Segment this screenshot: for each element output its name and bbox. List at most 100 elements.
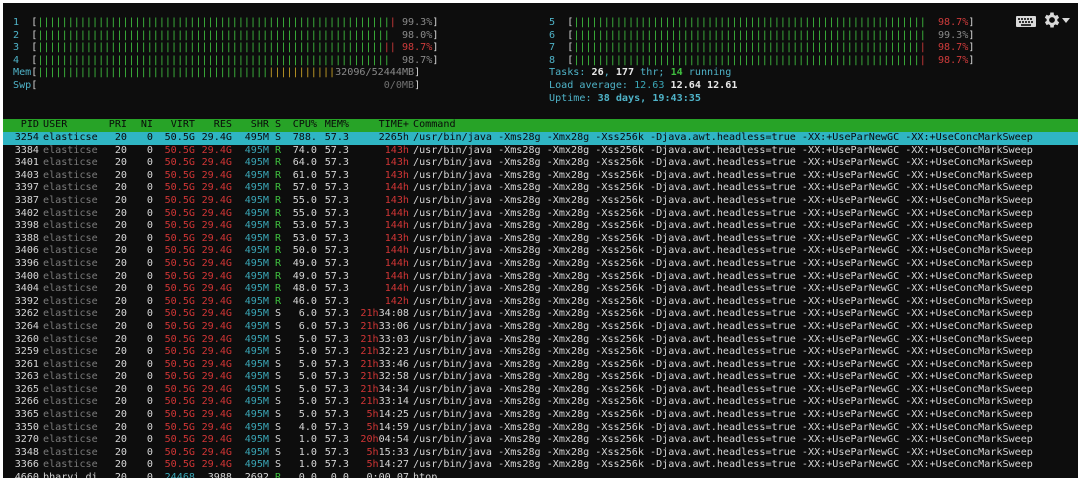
process-command: /usr/bin/java -Xms28g -Xmx28g -Xss256k -… <box>413 396 1033 408</box>
process-row[interactable]: 3403 elasticse 20 0 50.5G 29.4G 495M R 61.0 57.3 1… <box>3 170 1078 183</box>
col-pid[interactable]: PID <box>5 119 39 132</box>
keyboard-icon[interactable] <box>1016 16 1036 27</box>
tasks-count: 26 <box>591 67 604 79</box>
cpu-meter: 4 [|||||||||||||||||||||||||||||||||||||… <box>13 55 523 68</box>
process-row[interactable]: 3366 elasticse 20 0 50.5G 29.4G 495M S 1.0 57.3 5h… <box>3 459 1078 472</box>
col-cpu[interactable]: CPU% <box>285 119 317 132</box>
col-res[interactable]: RES <box>196 119 232 132</box>
process-row[interactable]: 3396 elasticse 20 0 50.5G 29.4G 495M R 49.0 57.3 1… <box>3 258 1078 271</box>
process-row[interactable]: 3406 elasticse 20 0 50.5G 29.4G 495M R 50.0 57.3 1… <box>3 245 1078 258</box>
process-nice: 0 <box>146 320 153 332</box>
col-virt[interactable]: VIRT <box>155 119 195 132</box>
process-state: S <box>275 371 282 383</box>
process-user: elasticse <box>43 396 98 408</box>
col-state[interactable]: S <box>275 119 285 132</box>
process-cpu: 49.0 <box>292 270 317 282</box>
gear-icon[interactable] <box>1042 10 1062 30</box>
process-priority: 20 <box>114 232 127 244</box>
process-row[interactable]: 3265 elasticse 20 0 50.5G 29.4G 495M S 5.0 57.3 21… <box>3 384 1078 397</box>
process-row[interactable]: 3266 elasticse 20 0 50.5G 29.4G 495M S 5.0 57.3 21… <box>3 396 1078 409</box>
process-res: 29.4G <box>201 232 232 244</box>
process-pid: 3397 <box>14 182 39 194</box>
process-row[interactable]: 3350 elasticse 20 0 50.5G 29.4G 495M S 4.0 57.3 5h… <box>3 422 1078 435</box>
running-label: running <box>682 67 732 79</box>
process-user: elasticse <box>43 232 98 244</box>
process-time-hours: 20h <box>360 434 379 446</box>
process-row[interactable]: 3384 elasticse 20 0 50.5G 29.4G 495M R 74.0 57.3 1… <box>3 145 1078 158</box>
process-row[interactable]: 3260 elasticse 20 0 50.5G 29.4G 495M S 5.0 57.3 21… <box>3 334 1078 347</box>
process-row[interactable]: 3254 elasticse 20 0 50.5G 29.4G 495M S 788. 57.3 2… <box>3 132 1078 145</box>
col-time[interactable]: TIME+ <box>353 119 409 132</box>
process-row[interactable]: 3404 elasticse 20 0 50.5G 29.4G 495M R 48.0 57.3 1… <box>3 283 1078 296</box>
process-mem: 57.3 <box>324 182 349 194</box>
process-virt: 24468 <box>164 472 195 478</box>
process-cpu: 5.0 <box>298 333 317 345</box>
process-cpu: 57.0 <box>292 182 317 194</box>
process-row[interactable]: 4660 bharvi_di 20 0 24468 3988 2692 R 0.0 0.0 0:00… <box>3 472 1078 478</box>
process-row[interactable]: 3397 elasticse 20 0 50.5G 29.4G 495M R 57.0 57.3 1… <box>3 182 1078 195</box>
cpu-bar-kernel: || <box>383 42 396 54</box>
col-command[interactable]: Command <box>413 119 1078 132</box>
process-user: elasticse <box>43 194 98 206</box>
process-virt: 50.5G <box>164 358 195 370</box>
process-priority: 20 <box>114 194 127 206</box>
process-row[interactable]: 3401 elasticse 20 0 50.5G 29.4G 495M R 64.0 57.3 1… <box>3 157 1078 170</box>
process-priority: 20 <box>114 283 127 295</box>
process-priority: 20 <box>114 207 127 219</box>
process-command: /usr/bin/java -Xms28g -Xmx28g -Xss256k -… <box>413 257 1033 269</box>
caret-down-icon[interactable] <box>1062 18 1070 24</box>
meter-gap <box>926 55 938 66</box>
process-priority: 20 <box>114 169 127 181</box>
process-virt: 50.5G <box>164 459 195 471</box>
meter-bracket-close: ] <box>414 79 421 91</box>
process-row[interactable]: 3398 elasticse 20 0 50.5G 29.4G 495M R 53.0 57.3 1… <box>3 220 1078 233</box>
process-row[interactable]: 3261 elasticse 20 0 50.5G 29.4G 495M S 5.0 57.3 21… <box>3 359 1078 372</box>
process-row[interactable]: 3263 elasticse 20 0 50.5G 29.4G 495M S 5.0 57.3 21… <box>3 371 1078 384</box>
meter-bracket-open: [ <box>19 42 38 54</box>
process-row[interactable]: 3400 elasticse 20 0 50.5G 29.4G 495M R 49.0 57.3 1… <box>3 271 1078 284</box>
process-row[interactable]: 3392 elasticse 20 0 50.5G 29.4G 495M R 46.0 57.3 1… <box>3 296 1078 309</box>
tasks-label: Tasks: <box>549 67 592 79</box>
process-user: elasticse <box>43 270 98 282</box>
col-mem[interactable]: MEM% <box>319 119 349 132</box>
process-time-hours: 5h <box>366 446 379 458</box>
process-command: /usr/bin/java -Xms28g -Xmx28g -Xss256k -… <box>413 333 1033 345</box>
process-row[interactable]: 3270 elasticse 20 0 50.5G 29.4G 495M S 1.0 57.3 20… <box>3 434 1078 447</box>
process-cpu: 1.0 <box>298 434 317 446</box>
process-time-hours: 5h <box>366 409 379 421</box>
process-time: 0:00.07 <box>353 472 409 478</box>
process-command: /usr/bin/java -Xms28g -Xmx28g -Xss256k -… <box>413 169 1033 181</box>
process-row[interactable]: 3348 elasticse 20 0 50.5G 29.4G 495M S 1.0 57.3 5h… <box>3 447 1078 460</box>
process-virt: 50.5G <box>164 383 195 395</box>
process-user: elasticse <box>43 320 98 332</box>
col-pri[interactable]: PRI <box>107 119 127 132</box>
process-shr: 495M <box>244 459 269 471</box>
process-row[interactable]: 3388 elasticse 20 0 50.5G 29.4G 495M R 53.0 57.3 1… <box>3 233 1078 246</box>
process-table-header[interactable]: PID USER PRI NI VIRT RES SHR S CPU% MEM%… <box>3 119 1078 132</box>
process-shr: 495M <box>244 333 269 345</box>
process-mem: 57.3 <box>324 459 349 471</box>
process-virt: 50.5G <box>164 132 195 143</box>
col-shr[interactable]: SHR <box>235 119 269 132</box>
process-row[interactable]: 3402 elasticse 20 0 50.5G 29.4G 495M R 55.0 57.3 1… <box>3 208 1078 221</box>
process-row[interactable]: 3262 elasticse 20 0 50.5G 29.4G 495M S 6.0 57.3 21… <box>3 308 1078 321</box>
process-pid: 4660 <box>14 472 39 478</box>
process-row[interactable]: 3259 elasticse 20 0 50.5G 29.4G 495M S 5.0 57.3 21… <box>3 346 1078 359</box>
process-time-value: 144h <box>384 182 409 194</box>
process-row[interactable]: 3365 elasticse 20 0 50.5G 29.4G 495M S 5.0 57.3 5h… <box>3 409 1078 422</box>
process-priority: 20 <box>114 446 127 458</box>
cpu-meter: 3 [|||||||||||||||||||||||||||||||||||||… <box>13 42 523 55</box>
process-row[interactable]: 3387 elasticse 20 0 50.5G 29.4G 495M R 55.0 57.3 1… <box>3 195 1078 208</box>
load-1min: 12.63 <box>634 79 671 91</box>
process-nice: 0 <box>146 257 153 269</box>
process-cpu: 64.0 <box>292 157 317 169</box>
process-row[interactable]: 3264 elasticse 20 0 50.5G 29.4G 495M S 6.0 57.3 21… <box>3 321 1078 334</box>
process-state: S <box>275 333 282 345</box>
meter-gap <box>390 55 402 66</box>
threads-count: 177 <box>615 67 635 79</box>
col-ni[interactable]: NI <box>133 119 153 132</box>
col-user[interactable]: USER <box>43 119 103 132</box>
process-command: /usr/bin/java -Xms28g -Xmx28g -Xss256k -… <box>413 308 1033 320</box>
process-command: /usr/bin/java -Xms28g -Xmx28g -Xss256k -… <box>413 157 1033 169</box>
process-shr: 495M <box>244 220 269 232</box>
